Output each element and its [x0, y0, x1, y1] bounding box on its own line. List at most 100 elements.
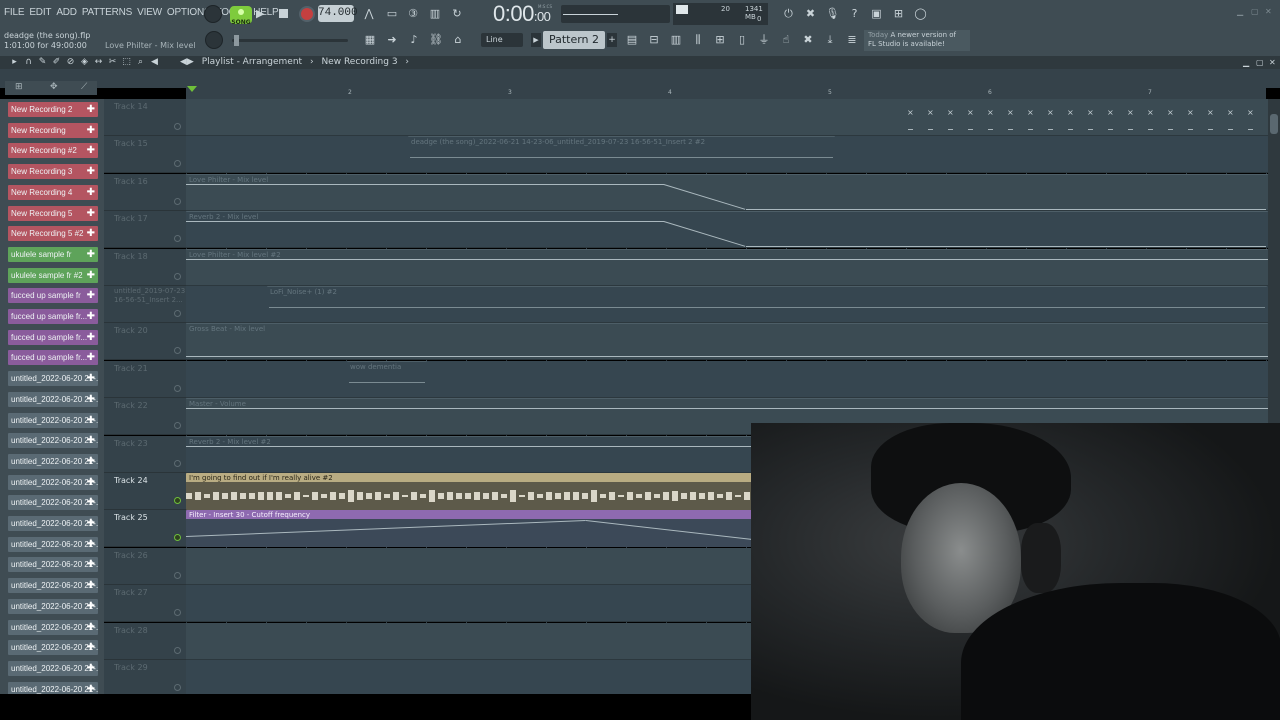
- clip-marker-icon[interactable]: ×: [987, 108, 994, 117]
- add-clip-icon[interactable]: ✚: [87, 309, 95, 324]
- clip-list-item[interactable]: fucced up sample fr... ✚: [8, 309, 98, 324]
- clip-list-item[interactable]: untitled_2022-06-20 22-... ✚: [8, 681, 98, 694]
- clip-list-item[interactable]: ukulele sample fr #2 ✚: [8, 267, 98, 283]
- clip-list-item[interactable]: untitled_2022-06-20 22-... ✚: [8, 557, 98, 573]
- select-icon[interactable]: ⬚: [121, 57, 132, 68]
- tempo-display[interactable]: 74.000: [318, 5, 358, 22]
- clip[interactable]: Love Philter - Mix level: [186, 173, 1268, 210]
- snap-select[interactable]: Line: [481, 33, 523, 47]
- close-icon[interactable]: ✕: [1265, 8, 1274, 16]
- add-clip-icon[interactable]: ✚: [87, 392, 95, 407]
- clip[interactable]: wow dementia: [347, 360, 427, 397]
- clip-list-item[interactable]: untitled_2022-06-20 22-... ✚: [8, 474, 98, 490]
- clip-list-item[interactable]: untitled_2022-06-20 21-... ✚: [8, 412, 98, 428]
- clip-list-item[interactable]: New Recording 3 ✚: [8, 164, 98, 180]
- chat-icon[interactable]: ◯: [911, 4, 930, 23]
- menu-arrow-icon[interactable]: ▸: [9, 57, 20, 68]
- metronome-icon[interactable]: ⋀: [360, 5, 378, 23]
- menu-item-view[interactable]: VIEW: [137, 6, 162, 20]
- clip-list-item[interactable]: untitled_2022-06-20 22-... ✚: [8, 516, 98, 531]
- picker-move-icon[interactable]: ✥: [50, 82, 58, 92]
- clip-marker-icon[interactable]: ×: [967, 108, 974, 117]
- add-clip-icon[interactable]: ✚: [87, 495, 95, 510]
- track-enable-led[interactable]: [174, 347, 181, 355]
- timeline-ruler[interactable]: 2 3 4 5 6 7: [186, 88, 1266, 99]
- track-enable-led[interactable]: [174, 459, 181, 467]
- midi-icon[interactable]: ⊞: [889, 4, 908, 23]
- power-icon[interactable]: ⏻: [779, 4, 798, 23]
- stamp-icon[interactable]: ⌂: [448, 31, 468, 49]
- metronome-knob[interactable]: [204, 5, 222, 23]
- slip-icon[interactable]: ↔: [93, 57, 104, 68]
- track-enable-led[interactable]: [174, 272, 181, 280]
- track-header[interactable]: Track 21: [104, 360, 186, 398]
- pattern-select[interactable]: Pattern 2: [543, 31, 605, 49]
- song-mode-toggle[interactable]: SONG: [230, 6, 252, 26]
- stop-button[interactable]: [279, 9, 288, 18]
- playlist-maximize-icon[interactable]: ▢: [1256, 58, 1264, 67]
- playlist-view-icon[interactable]: ▤: [622, 31, 642, 49]
- add-clip-icon[interactable]: ✚: [87, 475, 95, 490]
- channel-rack-icon[interactable]: ⊟: [644, 31, 664, 49]
- add-clip-icon[interactable]: ✚: [87, 247, 95, 262]
- track-header[interactable]: Track 20: [104, 323, 186, 361]
- plugin-picker-icon[interactable]: ⊞: [710, 31, 730, 49]
- news-panel[interactable]: Today A newer version of FL Studio is av…: [864, 30, 970, 51]
- clip-marker-icon[interactable]: ×: [947, 108, 954, 117]
- wait-input-icon[interactable]: ▭: [383, 5, 401, 23]
- piano-icon[interactable]: ▥: [666, 31, 686, 49]
- clip-list-item[interactable]: fucced up sample fr ✚: [8, 288, 98, 304]
- clip-list-item[interactable]: untitled_2022-06-20 22-... ✚: [8, 660, 98, 676]
- track-enable-led[interactable]: [174, 384, 181, 392]
- track-enable-led[interactable]: [174, 422, 181, 430]
- clip-marker-icon[interactable]: ×: [1227, 108, 1234, 117]
- picker-edit-icon[interactable]: ⟋: [81, 82, 87, 92]
- vertical-scroll-thumb[interactable]: [1270, 114, 1278, 134]
- add-clip-icon[interactable]: ✚: [87, 185, 95, 200]
- playback-icon[interactable]: ◀: [149, 57, 160, 68]
- play-button[interactable]: ▶: [256, 7, 268, 21]
- track-enable-led[interactable]: [174, 497, 181, 504]
- panic-icon[interactable]: ✖: [801, 4, 820, 23]
- add-clip-icon[interactable]: ✚: [87, 413, 95, 428]
- playlist-close-icon[interactable]: ✕: [1269, 58, 1276, 67]
- clip-list-item[interactable]: untitled_2022-06-20 22-... ✚: [8, 598, 98, 614]
- clip-list-item[interactable]: New Recording ✚: [8, 122, 98, 138]
- add-clip-icon[interactable]: ✚: [87, 537, 95, 552]
- track-header[interactable]: Track 14: [104, 99, 186, 136]
- mute-icon[interactable]: ◈: [79, 57, 90, 68]
- pencil-icon[interactable]: ✎: [37, 57, 48, 68]
- add-clip-icon[interactable]: ✚: [87, 516, 95, 531]
- track-header[interactable]: Track 22: [104, 398, 186, 436]
- menu-item-edit[interactable]: EDIT: [29, 6, 51, 20]
- clip[interactable]: Reverb 2 - Mix level: [186, 211, 1268, 248]
- clip-list-item[interactable]: untitled_2022-06-20 22-... ✚: [8, 495, 98, 511]
- clip-marker-icon[interactable]: ×: [1147, 108, 1154, 117]
- clip-marker-icon[interactable]: ×: [907, 108, 914, 117]
- plug-icon[interactable]: ⏚: [754, 31, 774, 49]
- add-clip-icon[interactable]: ✚: [87, 350, 95, 365]
- step-edit-icon[interactable]: ▥: [426, 5, 444, 23]
- add-clip-icon[interactable]: ✚: [87, 330, 95, 345]
- add-clip-icon[interactable]: ✚: [87, 454, 95, 469]
- add-clip-icon[interactable]: ✚: [87, 599, 95, 614]
- arrow-icon[interactable]: ➜: [382, 31, 402, 49]
- clip-list-item[interactable]: untitled_2022-06-20 21-... ✚: [8, 371, 98, 387]
- add-clip-icon[interactable]: ✚: [87, 578, 95, 593]
- add-clip-icon[interactable]: ✚: [87, 682, 95, 694]
- slice-icon[interactable]: ✂: [107, 57, 118, 68]
- touch-icon[interactable]: ☝: [776, 31, 796, 49]
- clip-marker-icon[interactable]: ×: [1127, 108, 1134, 117]
- record-button[interactable]: [299, 6, 315, 22]
- clip-list-item[interactable]: New Recording 2 ✚: [8, 102, 98, 117]
- news-icon[interactable]: ≣: [842, 31, 862, 49]
- main-volume-knob[interactable]: [205, 31, 223, 49]
- clip-list-item[interactable]: New Recording 4 ✚: [8, 184, 98, 200]
- menu-item-file[interactable]: FILE: [4, 6, 25, 20]
- add-clip-icon[interactable]: ✚: [87, 640, 95, 655]
- track-header[interactable]: Track 15: [104, 136, 186, 174]
- clip-marker-icon[interactable]: ×: [1167, 108, 1174, 117]
- clip-list-item[interactable]: untitled_2022-06-20 22-... ✚: [8, 578, 98, 594]
- pattern-prev-button[interactable]: ▶: [531, 33, 541, 47]
- browser-icon[interactable]: ▯: [732, 31, 752, 49]
